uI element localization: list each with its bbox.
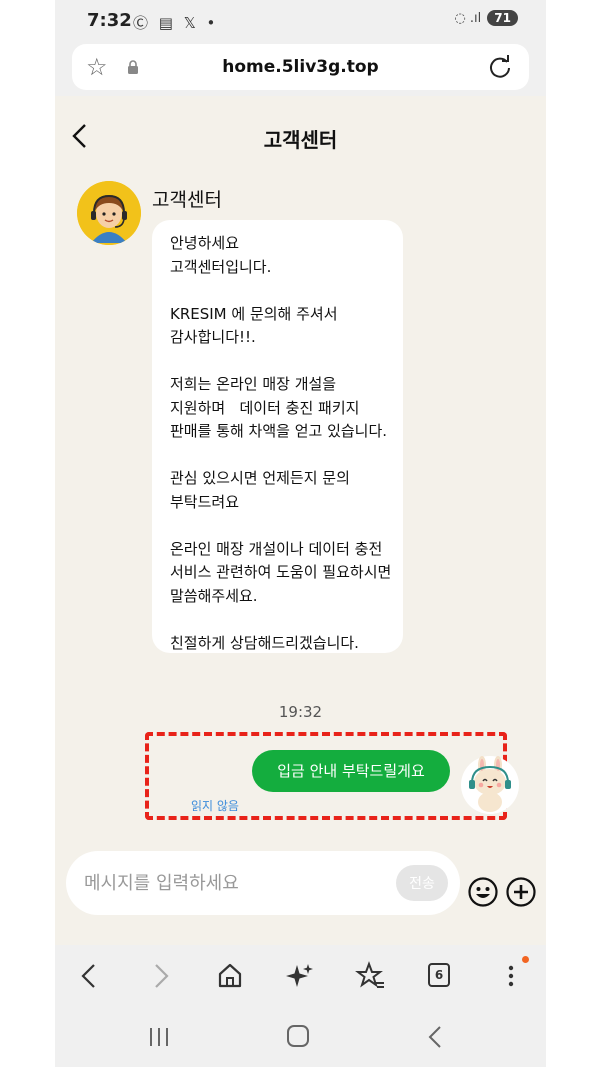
nav-home-icon[interactable]	[287, 1025, 309, 1047]
browser-toolbar: 6	[55, 945, 546, 1007]
url-bar-area: ☆ home.5liv3g.top	[55, 40, 546, 96]
message-input[interactable]	[84, 851, 384, 915]
status-time: 7:32	[87, 10, 132, 31]
agent-name: 고객센터	[152, 189, 222, 211]
url-text[interactable]: home.5liv3g.top	[72, 57, 529, 77]
sparkle-icon[interactable]	[285, 961, 315, 991]
smile-icon[interactable]	[467, 876, 499, 908]
signal-icon: ◌ .ıl	[454, 10, 482, 26]
system-nav-bar	[55, 1007, 546, 1067]
page-title: 고객센터	[263, 128, 338, 152]
bunny-avatar-icon[interactable]	[460, 755, 520, 815]
message-timestamp: 19:32	[278, 703, 323, 721]
send-button[interactable]: 전송	[396, 865, 448, 901]
tabs-icon[interactable]: 6	[428, 963, 450, 987]
chat-header: 고객센터	[55, 96, 546, 176]
agent-message-bubble: 안녕하세요 고객센터입니다. KRESIM 에 문의해 주셔서 감사합니다!!.…	[152, 220, 403, 653]
my-message-bubble: 입금 안내 부탁드릴게요	[252, 750, 450, 792]
battery-icon: 71	[487, 10, 518, 26]
read-status: 읽지 않음	[191, 799, 239, 813]
recents-icon[interactable]	[148, 1027, 170, 1047]
status-right: ◌ .ıl 71	[454, 10, 518, 26]
message-input-container: 전송	[66, 851, 460, 915]
more-icon[interactable]	[496, 961, 526, 991]
plus-circle-icon[interactable]	[505, 876, 537, 908]
home-icon[interactable]	[215, 961, 245, 991]
nav-back-icon[interactable]	[427, 1025, 443, 1049]
star-list-icon[interactable]	[355, 961, 385, 991]
forward-icon[interactable]	[145, 961, 175, 991]
agent-avatar[interactable]	[77, 181, 141, 245]
notification-icons: Ⓒ ▤ 𝕏 •	[133, 14, 219, 32]
notification-dot	[522, 956, 529, 963]
url-bar[interactable]: ☆ home.5liv3g.top	[72, 44, 529, 90]
phone-screen: 7:32 Ⓒ ▤ 𝕏 • ◌ .ıl 71 ☆ home.5liv3g.top …	[55, 0, 546, 1067]
reload-icon[interactable]	[487, 54, 513, 80]
headset-agent-icon	[77, 181, 141, 245]
back-icon[interactable]	[75, 961, 105, 991]
status-bar: 7:32 Ⓒ ▤ 𝕏 • ◌ .ıl 71	[55, 0, 546, 40]
